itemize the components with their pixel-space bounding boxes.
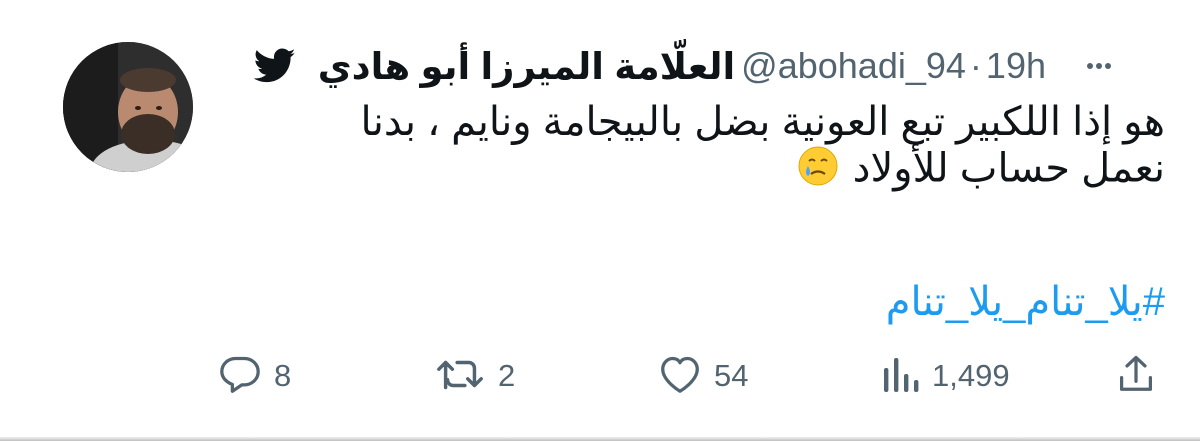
reply-icon <box>218 354 262 399</box>
meta-separator: · <box>969 45 982 86</box>
tweet-text-line-1: هو إذا اللكبير تبع العونية بضل بالبيجامة… <box>360 100 1165 144</box>
share-icon <box>1118 354 1154 399</box>
bottom-edge <box>0 437 1200 441</box>
more-icon[interactable] <box>1086 62 1112 70</box>
avatar[interactable] <box>63 42 193 172</box>
like-button[interactable]: 54 <box>658 352 748 400</box>
face-holding-back-tears-icon <box>797 145 839 197</box>
tweet-text-line-2-text: نعمل حساب للأولاد <box>852 146 1165 191</box>
like-count: 54 <box>714 358 749 393</box>
tweet-header: العلّامة الميرزا أبو هادي @abohadi_94 · … <box>248 38 1140 94</box>
avatar-photo <box>63 42 193 172</box>
views-chart-icon <box>880 354 920 399</box>
tweet-timestamp[interactable]: 19h <box>986 45 1046 87</box>
reply-count: 8 <box>274 358 292 393</box>
tweet-text: هو إذا اللكبير تبع العونية بضل بالبيجامة… <box>285 99 1165 197</box>
twitter-bird-icon <box>253 48 296 84</box>
tweet-text-line-2: نعمل حساب للأولاد <box>285 145 1165 197</box>
views-button[interactable]: 1,499 <box>880 352 1010 400</box>
heart-icon <box>658 354 702 399</box>
user-handle[interactable]: @abohadi_94 <box>741 45 966 87</box>
hashtag-link[interactable]: #يلا_تنام_يلا_تنام <box>886 279 1165 325</box>
display-name[interactable]: العلّامة الميرزا أبو هادي <box>318 45 735 88</box>
retweet-icon <box>436 354 486 399</box>
retweet-button[interactable]: 2 <box>436 352 515 400</box>
retweet-count: 2 <box>498 358 516 393</box>
share-button[interactable] <box>1118 352 1154 400</box>
views-count: 1,499 <box>932 358 1010 393</box>
reply-button[interactable]: 8 <box>218 352 291 400</box>
